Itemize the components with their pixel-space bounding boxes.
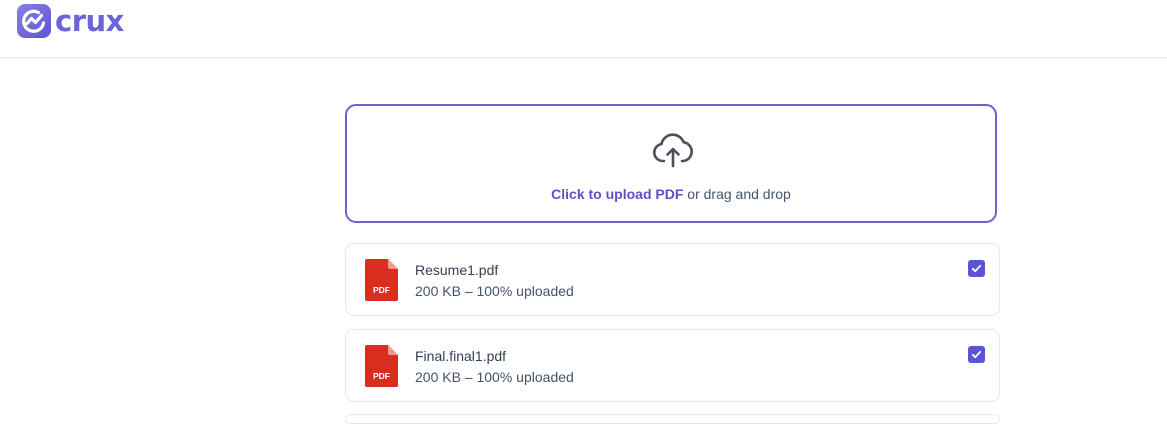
pdf-file-icon: PDF <box>365 259 398 301</box>
file-upload-status: 200 KB – 100% uploaded <box>415 369 574 385</box>
file-select-checkbox[interactable] <box>968 346 985 363</box>
pdf-icon-label: PDF <box>373 371 390 381</box>
cloud-upload-icon <box>652 133 693 168</box>
file-name: Final.final1.pdf <box>415 348 507 364</box>
pdf-upload-dropzone[interactable]: Click to upload PDF or drag and drop <box>345 104 997 223</box>
top-navigation-bar: crux <box>0 0 1167 58</box>
pdf-icon-label: PDF <box>373 285 390 295</box>
pdf-file-icon: PDF <box>365 345 398 387</box>
uploaded-file-card: PDF Final.final1.pdf 200 KB – 100% uploa… <box>345 329 1000 402</box>
next-file-card-edge <box>345 414 1000 424</box>
upload-instructions: Click to upload PDF or drag and drop <box>347 185 995 203</box>
brand-name: crux <box>55 4 124 38</box>
checkmark-icon <box>971 350 982 359</box>
checkmark-icon <box>971 264 982 273</box>
brand-logo[interactable]: crux <box>17 3 124 39</box>
file-upload-status: 200 KB – 100% uploaded <box>415 283 574 299</box>
file-select-checkbox[interactable] <box>968 260 985 277</box>
click-to-upload-link[interactable]: Click to upload PDF <box>551 186 683 202</box>
crux-logo-icon <box>17 4 51 38</box>
drag-drop-text: or drag and drop <box>683 186 791 202</box>
uploaded-file-card: PDF Resume1.pdf 200 KB – 100% uploaded <box>345 243 1000 316</box>
file-name: Resume1.pdf <box>415 262 499 278</box>
